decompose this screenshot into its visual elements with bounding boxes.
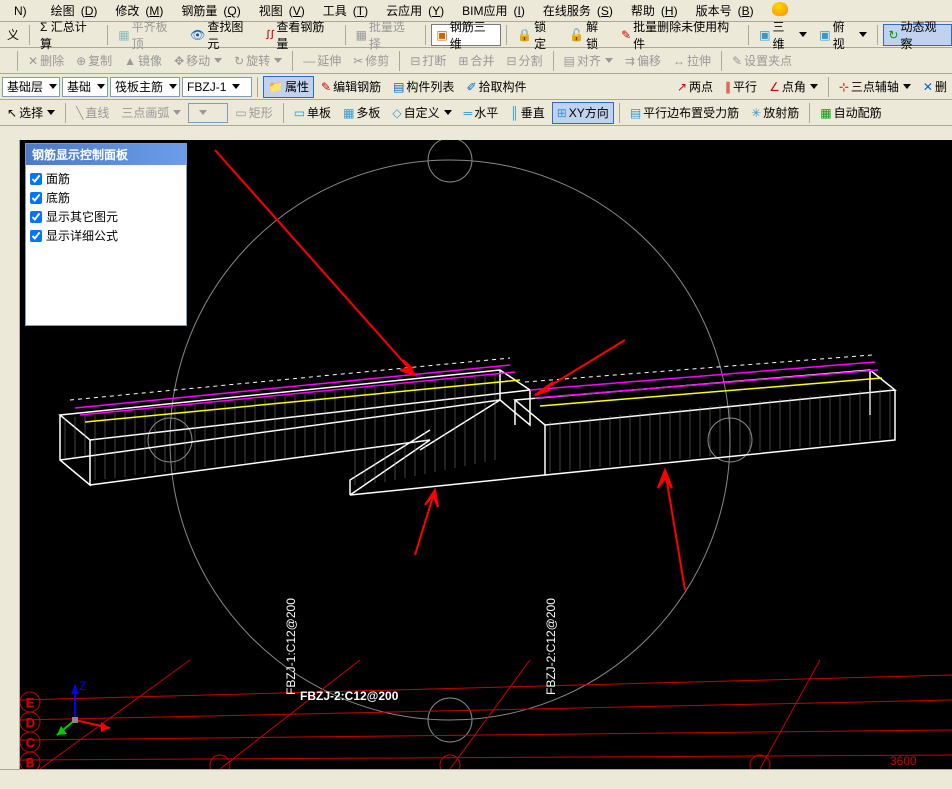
panel-body: 面筋 底筋 显示其它图元 显示详细公式 [26, 165, 186, 325]
component-list-button[interactable]: ▤ 构件列表 [388, 76, 459, 98]
point-angle-button[interactable]: ∠ 点角 [764, 76, 823, 98]
rebar-label-2: FBZJ-2:C12@200 [544, 598, 558, 695]
rebar-label-1: FBZJ-1:C12@200 [284, 598, 298, 695]
delete-button: ✕ 删除 [23, 50, 69, 72]
unlock-button[interactable]: 🔓 解锁 [564, 24, 614, 46]
align-button: ▤ 对齐 [559, 50, 618, 72]
trim-button: ✂ 修剪 [348, 50, 394, 72]
batch-select-button: ▦ 批量选择 [351, 24, 421, 46]
toolbar-main: 义 Σ 汇总计算 ▦ 平齐板顶 👁 查找图元 ꭍꭍ 查看钢筋量 ▦ 批量选择 ▣… [0, 22, 952, 48]
view-rebar-button[interactable]: ꭍꭍ 查看钢筋量 [261, 24, 340, 46]
split-button: ⊟ 分割 [501, 50, 547, 72]
pick-component-button[interactable]: ✐ 拾取构件 [461, 76, 531, 98]
category-dropdown[interactable]: 基础 [62, 77, 108, 97]
flush-slab-button: ▦ 平齐板顶 [113, 24, 183, 46]
move-button: ✥ 移动 [169, 50, 227, 72]
status-bar [0, 769, 952, 789]
component-id-dropdown[interactable]: FBZJ-1 [182, 77, 252, 97]
copy-button: ⊕ 复制 [71, 50, 117, 72]
checkbox-top-bar[interactable]: 面筋 [30, 169, 182, 188]
offset-button: ⇉ 偏移 [620, 50, 666, 72]
break-button: ⊟ 打断 [405, 50, 451, 72]
set-grip-button: ✎ 设置夹点 [727, 50, 797, 72]
find-element-button[interactable]: 👁 查找图元 [185, 24, 259, 46]
checkbox-bottom-bar[interactable]: 底筋 [30, 188, 182, 207]
svg-text:D: D [26, 716, 35, 730]
orbit-button[interactable]: ↻ 动态观察 [883, 24, 952, 46]
radial-button[interactable]: ✳ 放射筋 [746, 102, 804, 124]
toolbar-draw: ↖ 选择 ╲ 直线 三点画弧 ▭ 矩形 ▭ 单板 ▦ 多板 ◇ 自定义 ═ 水平… [0, 100, 952, 126]
toolbar-component: 基础层 基础 筏板主筋 FBZJ-1 📁 属性 ✎ 编辑钢筋 ▤ 构件列表 ✐ … [0, 74, 952, 100]
rebar-display-panel[interactable]: 钢筋显示控制面板 面筋 底筋 显示其它图元 显示详细公式 [25, 143, 187, 326]
svg-text:Z: Z [79, 679, 86, 693]
checkbox-show-formula[interactable]: 显示详细公式 [30, 226, 182, 245]
single-slab-button[interactable]: ▭ 单板 [289, 102, 336, 124]
lock-button[interactable]: 🔒 锁定 [512, 24, 562, 46]
extend-button: — 延伸 [298, 50, 346, 72]
vertical-button[interactable]: ║ 垂直 [505, 102, 550, 124]
subtype-dropdown[interactable]: 筏板主筋 [110, 77, 180, 97]
panel-title[interactable]: 钢筋显示控制面板 [26, 144, 186, 165]
dimension-text: 3600 [890, 754, 917, 768]
two-point-button[interactable]: ↗ 两点 [672, 76, 718, 98]
stretch-button: ↔ 拉伸 [668, 50, 716, 72]
mirror-button: ▲ 镜像 [119, 50, 167, 72]
layer-dropdown[interactable]: 基础层 [2, 77, 60, 97]
three-point-axis-button[interactable]: ⊹ 三点辅轴 [834, 76, 916, 98]
xy-direction-button[interactable]: ⊞ XY方向 [552, 102, 614, 124]
multi-slab-button[interactable]: ▦ 多板 [338, 102, 385, 124]
auto-rebar-button[interactable]: ▦ 自动配筋 [815, 102, 886, 124]
rect-button: ▭ 矩形 [230, 102, 277, 124]
delete-axis-button[interactable]: ✕ 删 [918, 76, 952, 98]
left-edge [0, 140, 20, 769]
blank-dropdown [188, 103, 228, 123]
toolbar-edit: ✕ 删除 ⊕ 复制 ▲ 镜像 ✥ 移动 ↻ 旋转 — 延伸 ✂ 修剪 ⊟ 打断 … [0, 48, 952, 74]
horizontal-button[interactable]: ═ 水平 [459, 102, 504, 124]
batch-delete-button[interactable]: ✎ 批量删除未使用构件 [616, 24, 743, 46]
sum-button[interactable]: Σ 汇总计算 [35, 24, 102, 46]
svg-text:C: C [26, 736, 35, 750]
rotate-button: ↻ 旋转 [229, 50, 287, 72]
rebar-label-center: FBZJ-2:C12@200 [300, 689, 399, 703]
line-button: ╲ 直线 [71, 102, 114, 124]
arc-button: 三点画弧 [116, 102, 186, 124]
top-view-button[interactable]: ▣ 俯视 [814, 24, 872, 46]
svg-text:E: E [26, 696, 34, 710]
define-button[interactable]: 义 [2, 24, 24, 46]
grip-icon [2, 50, 12, 72]
menu-item[interactable]: N) [2, 2, 39, 20]
parallel-edge-button[interactable]: ▤ 平行边布置受力筋 [625, 102, 744, 124]
rebar-3d-button[interactable]: ▣ 钢筋三维 [431, 24, 501, 46]
svg-text:B: B [26, 756, 34, 769]
edit-rebar-button[interactable]: ✎ 编辑钢筋 [316, 76, 386, 98]
checkbox-show-other[interactable]: 显示其它图元 [30, 207, 182, 226]
parallel-button[interactable]: ∥ 平行 [720, 76, 762, 98]
select-button[interactable]: ↖ 选择 [2, 102, 60, 124]
attributes-button[interactable]: 📁 属性 [263, 76, 314, 98]
merge-button: ⊞ 合并 [453, 50, 499, 72]
custom-button[interactable]: ◇ 自定义 [387, 102, 456, 124]
3d-view-button[interactable]: ▣ 三维 [754, 24, 812, 46]
